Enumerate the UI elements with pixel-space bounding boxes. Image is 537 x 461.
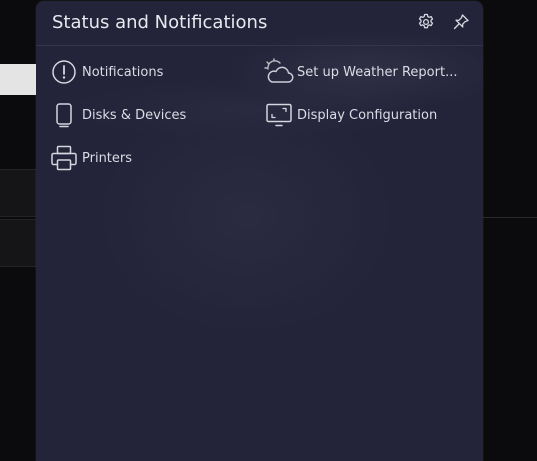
weather-icon (264, 57, 294, 87)
entry-label: Disks & Devices (82, 108, 186, 123)
entry-label: Set up Weather Report... (297, 65, 457, 80)
entry-label: Printers (82, 151, 132, 166)
background-row (0, 219, 40, 267)
background-input-field (0, 64, 40, 95)
entry-disks-devices[interactable]: Disks & Devices (49, 99, 186, 131)
entry-printers[interactable]: Printers (49, 142, 132, 174)
background-divider (477, 217, 537, 218)
panel-title: Status and Notifications (52, 12, 267, 33)
printer-icon (49, 143, 79, 173)
pin-icon (452, 13, 470, 31)
status-notifications-panel: Status and Notifications Notifications (36, 1, 483, 461)
configure-button[interactable] (415, 11, 437, 33)
device-icon (49, 100, 79, 130)
pin-button[interactable] (450, 11, 472, 33)
display-icon (264, 100, 294, 130)
entry-weather-report[interactable]: Set up Weather Report... (264, 56, 457, 88)
gear-icon (417, 13, 435, 31)
info-icon (49, 57, 79, 87)
entry-label: Notifications (82, 65, 163, 80)
entry-notifications[interactable]: Notifications (49, 56, 163, 88)
entry-label: Display Configuration (297, 108, 437, 123)
background-row (0, 169, 40, 217)
panel-header: Status and Notifications (36, 1, 483, 46)
entry-display-configuration[interactable]: Display Configuration (264, 99, 437, 131)
